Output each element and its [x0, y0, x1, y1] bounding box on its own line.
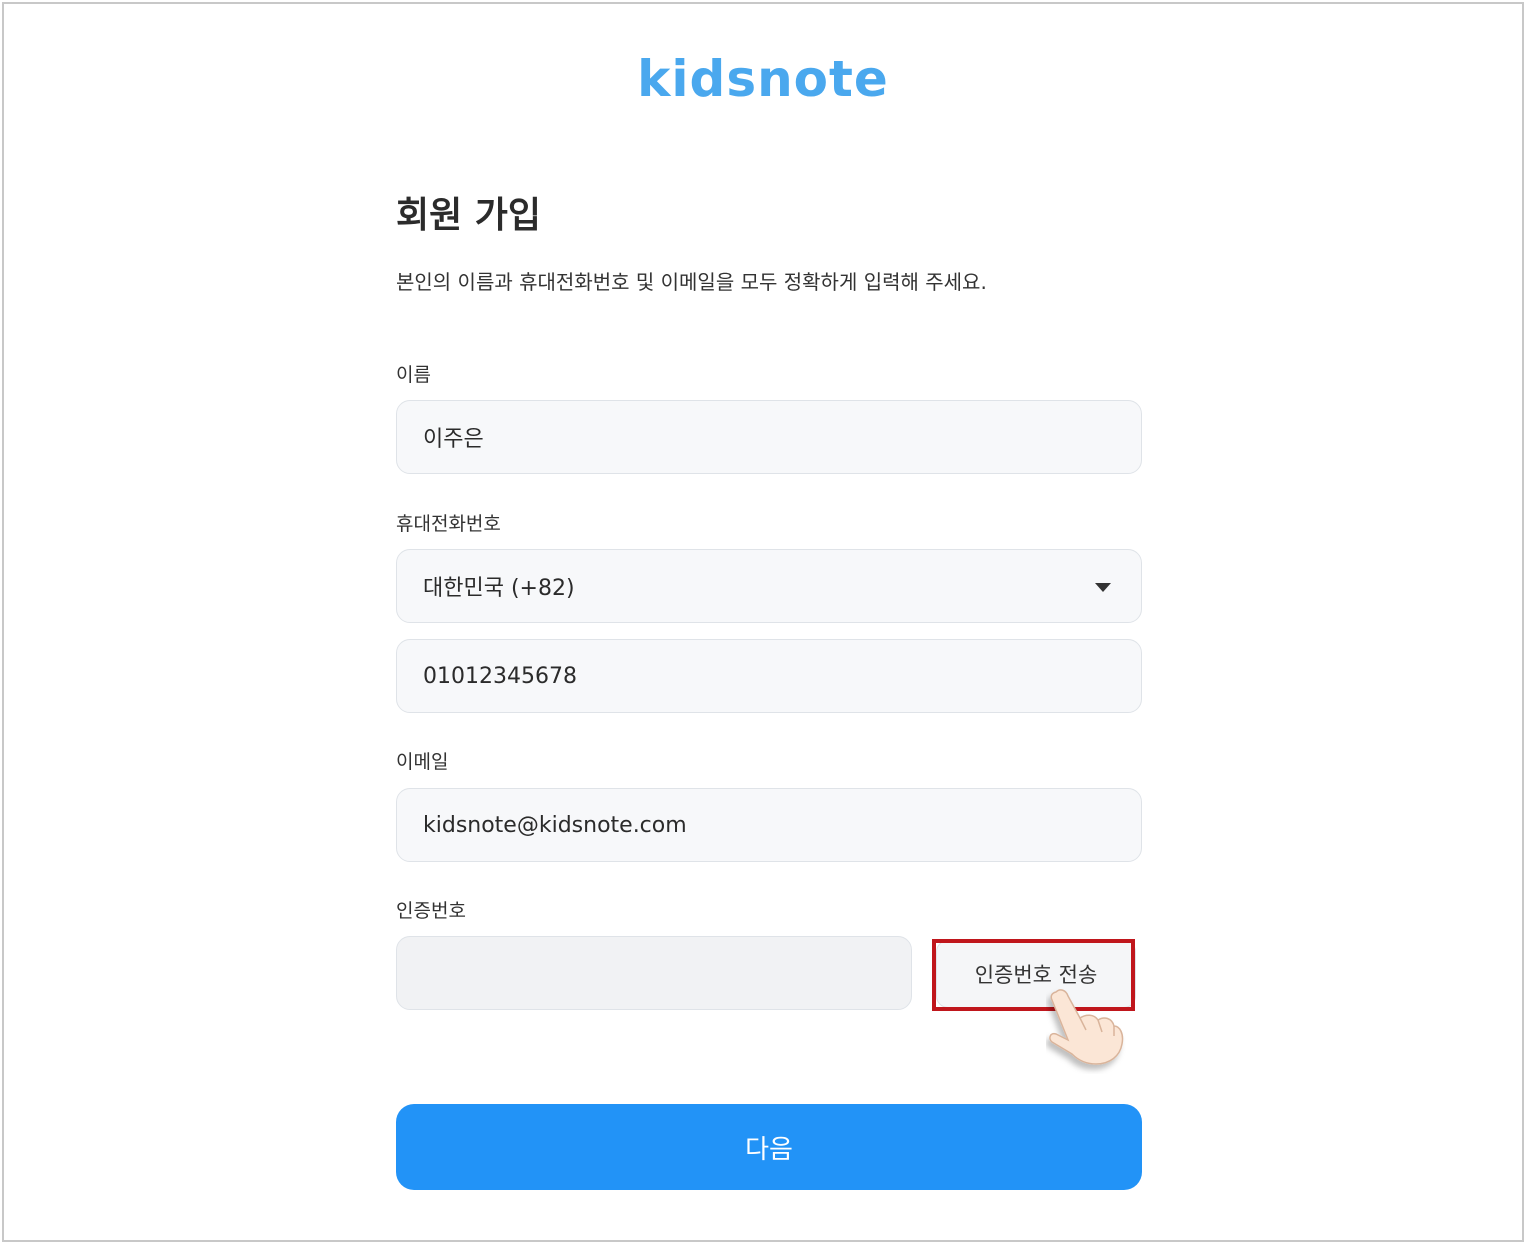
name-value: 이주은	[423, 427, 484, 452]
phone-number-value: 01012345678	[423, 663, 577, 689]
page-title: 회원 가입	[396, 195, 542, 236]
verification-code-input[interactable]	[396, 936, 912, 1010]
next-button-label: 다음	[745, 1134, 793, 1165]
chevron-down-icon	[1095, 583, 1111, 592]
verification-label: 인증번호	[396, 900, 466, 922]
email-value: kidsnote@kidsnote.com	[423, 812, 687, 838]
name-label: 이름	[396, 364, 431, 386]
next-button[interactable]: 다음	[396, 1104, 1142, 1190]
page-frame: kidsnote 회원 가입 본인의 이름과 휴대전화번호 및 이메일을 모두 …	[2, 2, 1524, 1242]
email-label: 이메일	[396, 751, 449, 773]
email-input[interactable]: kidsnote@kidsnote.com	[396, 788, 1142, 862]
country-selected-value: 대한민국 (+82)	[423, 576, 575, 601]
kidsnote-logo: kidsnote	[637, 50, 889, 108]
phone-number-input[interactable]: 01012345678	[396, 639, 1142, 713]
phone-label: 휴대전화번호	[396, 513, 501, 535]
country-select[interactable]: 대한민국 (+82)	[396, 549, 1142, 623]
name-input[interactable]: 이주은	[396, 400, 1142, 474]
page-subtitle: 본인의 이름과 휴대전화번호 및 이메일을 모두 정확하게 입력해 주세요.	[396, 270, 987, 294]
pointing-hand-icon	[1049, 989, 1124, 1065]
